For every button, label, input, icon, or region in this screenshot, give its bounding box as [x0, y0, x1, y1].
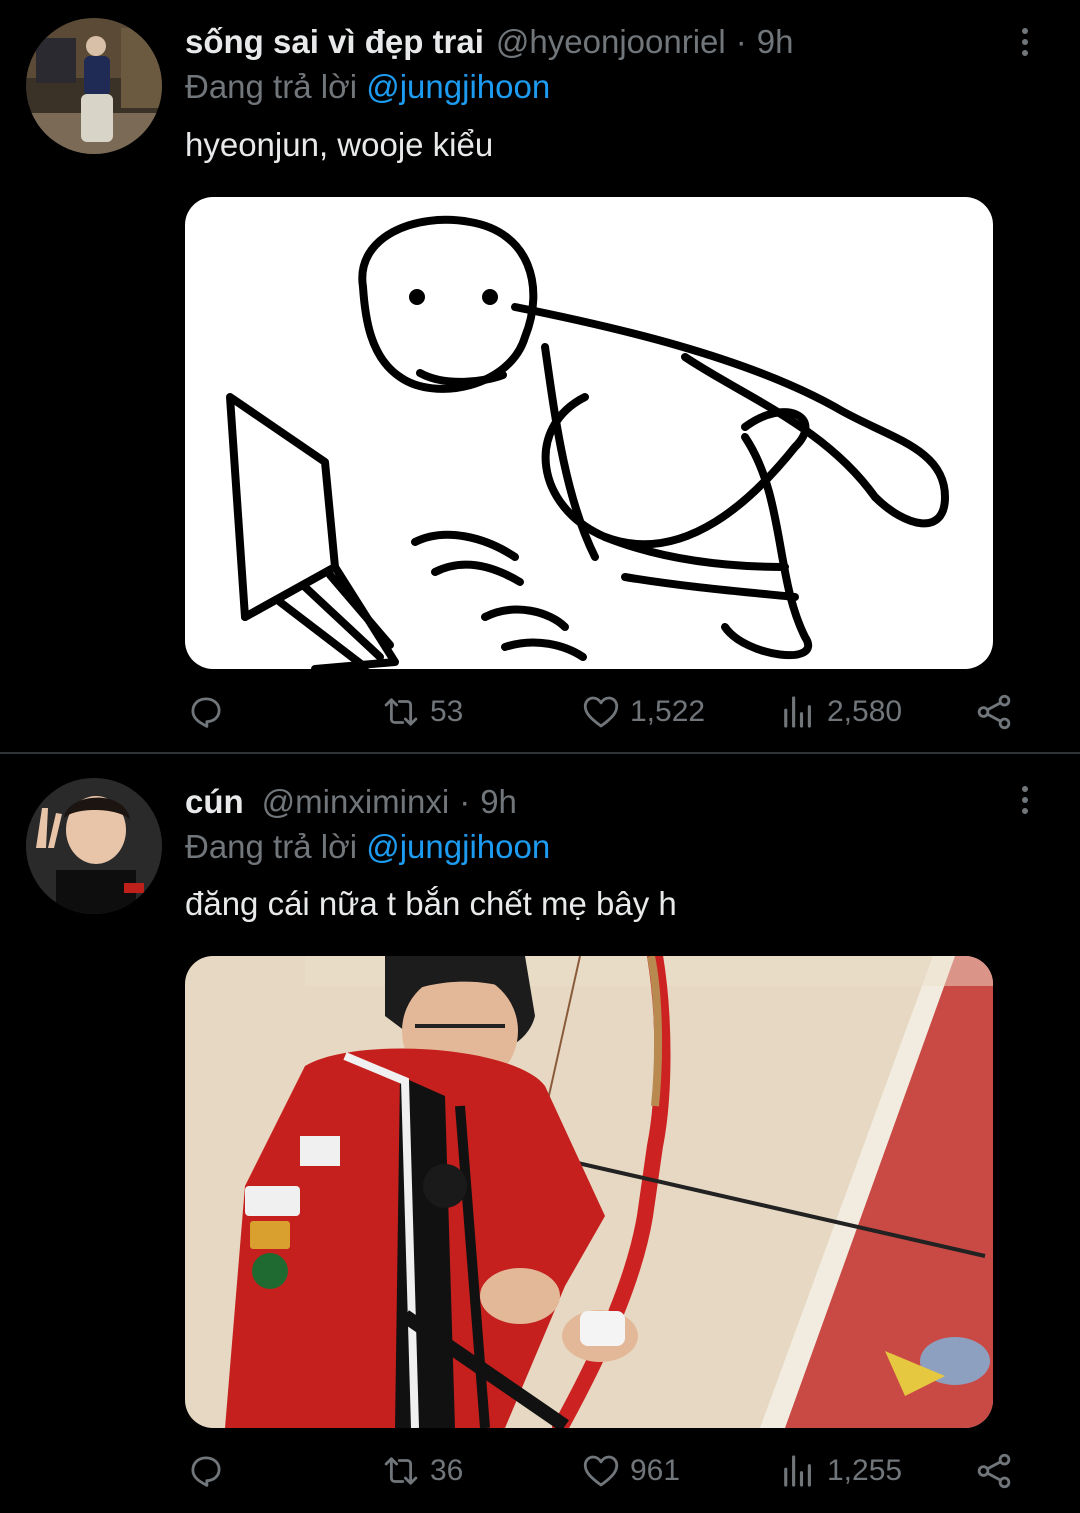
tweet-media-image[interactable] — [185, 956, 993, 1428]
reply-to-handle[interactable]: @jungjihoon — [366, 68, 550, 105]
separator: · — [459, 783, 471, 820]
separator: · — [735, 23, 747, 60]
reply-prefix: Đang trả lời — [185, 828, 358, 865]
tweet-actions: 36 961 1,255 — [185, 1447, 1030, 1495]
views-button[interactable]: 1,255 — [777, 1447, 902, 1495]
reply-bubble-icon — [191, 1456, 221, 1487]
tweet-header: sống sai vì đẹp trai @hyeonjoonriel · 9h — [185, 20, 793, 64]
display-name[interactable]: sống sai vì đẹp trai — [185, 23, 484, 61]
views-button[interactable]: 2,580 — [777, 688, 902, 736]
vertical-dots-icon[interactable] — [1010, 780, 1040, 820]
retweet-arrows-icon — [384, 1457, 418, 1485]
retweet-count: 53 — [430, 695, 464, 728]
user-handle[interactable]: @minximinxi — [262, 783, 450, 821]
retweet-count: 36 — [430, 1454, 464, 1487]
replying-to: Đang trả lời @jungjihoon — [185, 68, 550, 106]
tweet-media-image[interactable] — [185, 197, 993, 669]
display-name[interactable]: cún — [185, 783, 244, 821]
like-count: 1,522 — [630, 695, 706, 728]
reply-to-handle[interactable]: @jungjihoon — [366, 828, 550, 865]
avatar[interactable] — [26, 778, 162, 914]
retweet-arrows-icon — [384, 698, 418, 726]
heart-icon — [583, 1455, 619, 1487]
reply-button[interactable] — [185, 688, 227, 736]
view-count: 1,255 — [827, 1454, 903, 1487]
avatar[interactable] — [26, 18, 162, 154]
user-handle[interactable]: @hyeonjoonriel — [496, 23, 726, 61]
view-count: 2,580 — [827, 695, 903, 728]
like-button[interactable]: 961 — [580, 1447, 680, 1495]
bar-chart-icon — [784, 696, 811, 728]
share-button[interactable] — [973, 1447, 1015, 1495]
tweet-header: cún @minximinxi · 9h — [185, 780, 517, 824]
replying-to: Đang trả lời @jungjihoon — [185, 828, 550, 866]
share-nodes-icon — [977, 1453, 1011, 1489]
vertical-dots-icon[interactable] — [1010, 22, 1040, 62]
reply-prefix: Đang trả lời — [185, 68, 358, 105]
tweet[interactable]: sống sai vì đẹp trai @hyeonjoonriel · 9h… — [0, 0, 1080, 754]
share-nodes-icon — [977, 694, 1011, 730]
share-button[interactable] — [973, 688, 1015, 736]
like-button[interactable]: 1,522 — [580, 688, 705, 736]
reply-button[interactable] — [185, 1447, 227, 1495]
like-count: 961 — [630, 1454, 681, 1487]
tweet-actions: 53 1,522 2,580 — [185, 688, 1030, 736]
timestamp[interactable]: 9h — [480, 783, 517, 821]
retweet-button[interactable]: 36 — [380, 1447, 463, 1495]
tweet-text: hyeonjun, wooje kiểu — [185, 126, 494, 163]
tweet[interactable]: cún @minximinxi · 9h Đang trả lời @jungj… — [0, 756, 1080, 1513]
bar-chart-icon — [784, 1455, 811, 1487]
timestamp[interactable]: 9h — [757, 23, 794, 61]
heart-icon — [583, 696, 619, 728]
reply-bubble-icon — [191, 697, 221, 728]
retweet-button[interactable]: 53 — [380, 688, 463, 736]
tweet-text: đăng cái nữa t bắn chết mẹ bây h — [185, 885, 677, 922]
